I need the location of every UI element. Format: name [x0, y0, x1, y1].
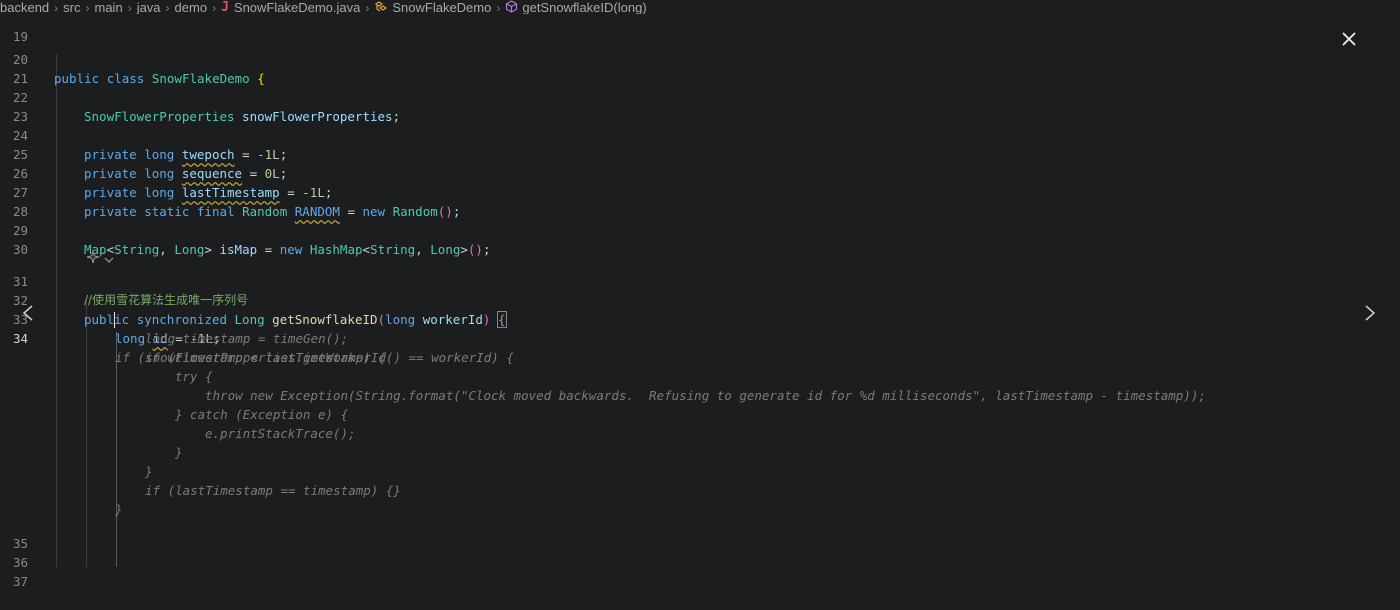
inline-suggestion: e.printStackTrace(); [205, 426, 356, 441]
code-line: 26 private long lastTimestamp = -1L; [0, 145, 1400, 200]
code-line: 35 [0, 515, 1400, 551]
inline-suggestion: try { [175, 369, 213, 384]
chevron-left-icon[interactable] [18, 302, 38, 324]
code-line: 27 private static final Random RANDOM = … [0, 164, 1400, 219]
code-line: 28 [0, 183, 1400, 219]
inline-suggestion: } [175, 445, 183, 460]
code-line: 24 private long twepoch = -1L; [0, 107, 1400, 162]
code-line: 23 [0, 88, 1400, 124]
close-icon[interactable] [1338, 28, 1360, 50]
suggestion-line: try { [0, 367, 1400, 386]
chevron-right-icon[interactable] [1360, 302, 1380, 324]
code-line: 20 public class SnowFlakeDemo { [0, 31, 1400, 86]
inline-suggestion: } catch (Exception e) { [175, 407, 349, 422]
inline-suggestion: long timestamp = timeGen(); [145, 331, 349, 346]
inline-suggestion: throw new Exception(String.format("Clock… [205, 388, 1206, 403]
suggestion-line: } [0, 462, 1400, 481]
suggestion-line: if (timestamp < lastTimestamp) { [0, 348, 1400, 367]
code-line: 37 [0, 553, 1400, 589]
inline-suggestion: if (lastTimestamp == timestamp) {} [145, 483, 401, 498]
code-line: 19 [0, 8, 1400, 44]
suggestion-line: } [0, 443, 1400, 462]
line-number: 37 [12, 574, 28, 589]
code-line: 33 long id = -1L; [0, 291, 1400, 346]
code-line: 25 private long sequence = 0L; [0, 126, 1400, 181]
suggestion-line: throw new Exception(String.format("Clock… [0, 386, 1400, 405]
code-line: 32 public synchronized Long getSnowflake… [0, 272, 1400, 328]
code-line: 21 [0, 50, 1400, 86]
code-line: 22 SnowFlowerProperties snowFlowerProper… [0, 69, 1400, 124]
code-line: 34 if (snowFlowerProperties.getWorkerId(… [0, 310, 1400, 365]
code-line: 29 Map<String, Long> isMap = new HashMap… [0, 202, 1400, 257]
code-line: 31 //使用雪花算法生成唯一序列号 [0, 253, 1400, 307]
code-line: 36 [0, 534, 1400, 570]
suggestion-line: } catch (Exception e) { [0, 405, 1400, 424]
suggestion-line: if (lastTimestamp == timestamp) {} [0, 481, 1400, 500]
suggestion-line: long timestamp = timeGen(); [0, 329, 1400, 348]
inline-suggestion: if (timestamp < lastTimestamp) { [145, 350, 386, 365]
code-line: 30 [0, 221, 1400, 257]
code-editor[interactable]: 19 20 public class SnowFlakeDemo { 21 22… [0, 14, 1400, 589]
text-cursor [114, 312, 115, 328]
suggestion-line: e.printStackTrace(); [0, 424, 1400, 443]
inline-suggestion: } [145, 464, 153, 479]
